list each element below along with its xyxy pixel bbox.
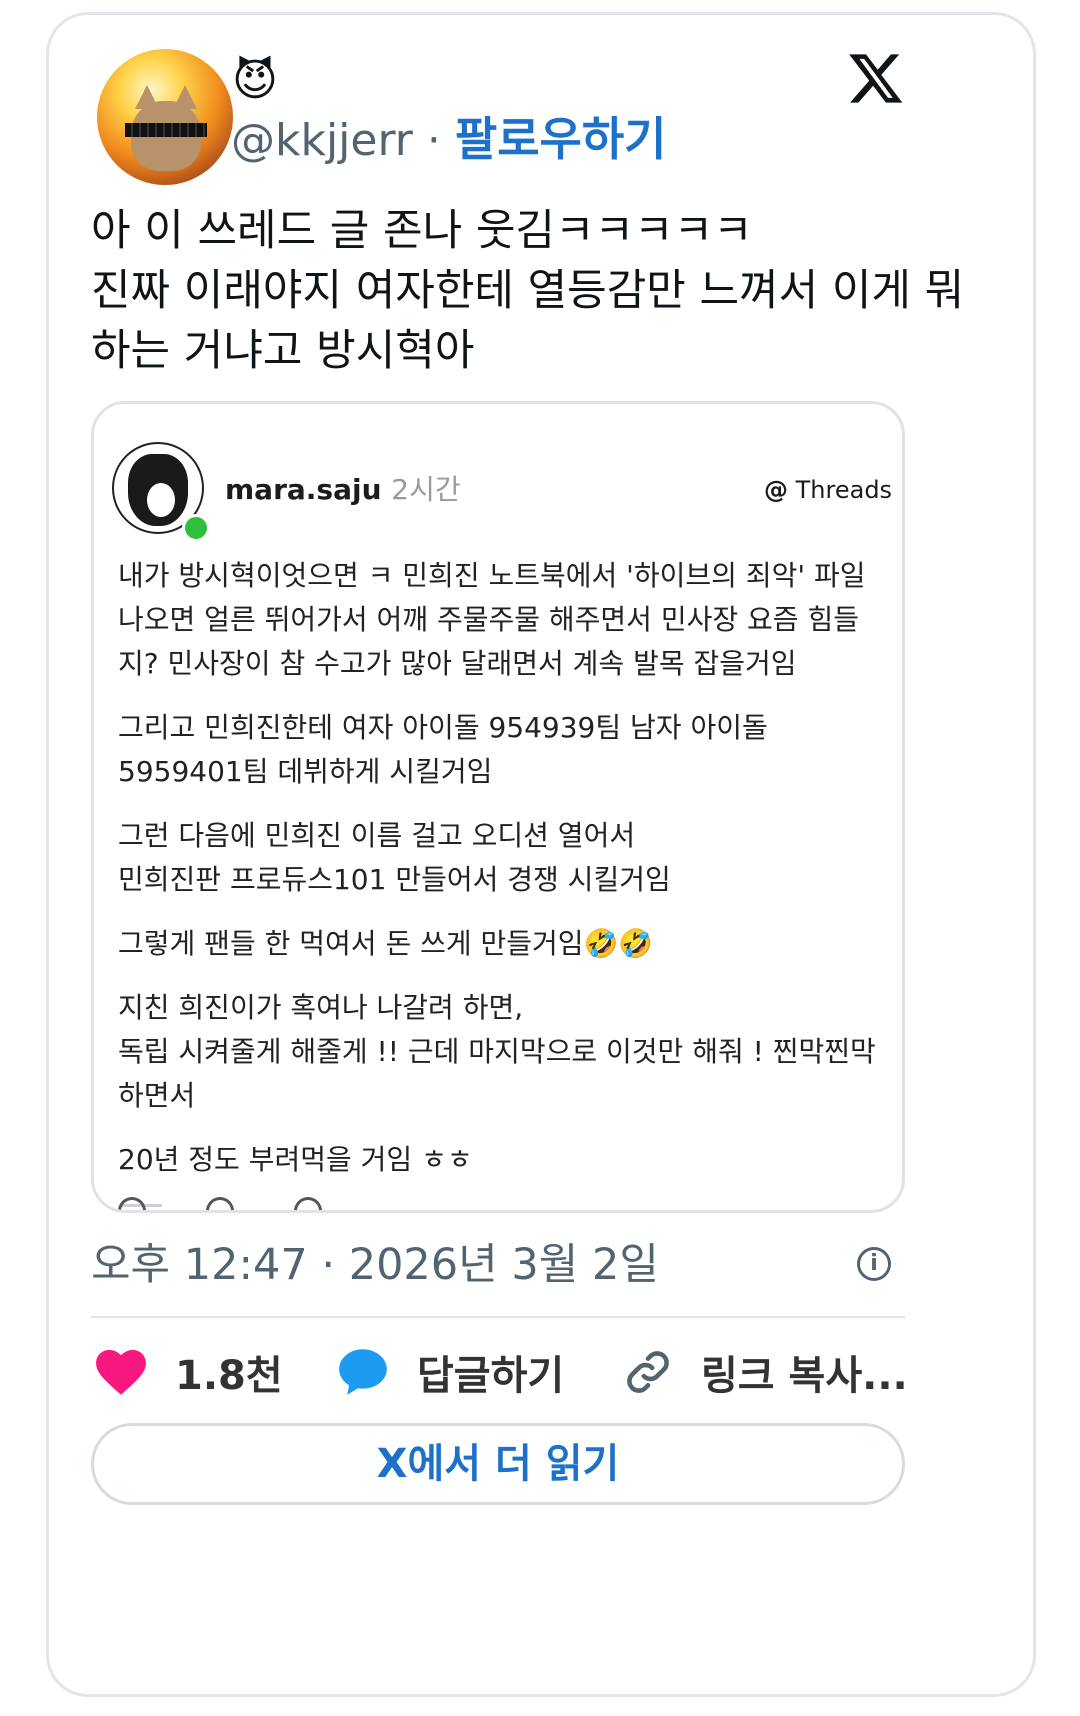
threads-time: 2시간	[391, 473, 461, 506]
copy-link-label: 링크 복사...	[701, 1353, 908, 1399]
threads-paragraph: 내가 방시혁이엇으면 ㅋ 민희진 노트북에서 '하이브의 죄악' 파일 나오면 …	[118, 559, 866, 680]
like-button[interactable]: 1.8천	[95, 1337, 283, 1407]
threads-paragraph: 그런 다음에 민희진 이름 걸고 오디션 열어서 민희진판 프로듀스101 만들…	[118, 819, 671, 896]
author-avatar[interactable]	[97, 49, 233, 185]
threads-brand: @ Threads	[764, 474, 892, 506]
threads-paragraph: 그렇게 팬들 한 먹여서 돈 쓰게 만들거임🤣🤣	[118, 927, 654, 960]
like-count: 1.8천	[175, 1353, 283, 1399]
tweet-card: 😈 @kkjjerr · 팔로우하기 아 이 쓰레드 글 존나 웃김ㅋㅋㅋㅋㅋ …	[46, 12, 1036, 1697]
x-logo-icon[interactable]	[847, 49, 905, 107]
author-line: @kkjjerr · 팔로우하기	[231, 111, 667, 169]
threads-like-icon	[118, 1197, 146, 1210]
reply-label: 답글하기	[417, 1353, 565, 1399]
info-icon[interactable]: i	[857, 1247, 891, 1281]
devil-emoji: 😈	[232, 55, 278, 106]
follow-button[interactable]: 팔로우하기	[455, 112, 667, 166]
threads-username-text: mara.saju	[225, 473, 382, 506]
author-handle[interactable]: @kkjjerr	[231, 115, 413, 166]
tweet-text: 아 이 쓰레드 글 존나 웃김ㅋㅋㅋㅋㅋ 진짜 이래야지 여자한테 열등감만 느…	[91, 206, 965, 376]
threads-username: mara.saju 2시간	[225, 472, 461, 508]
threads-repost-icon	[294, 1197, 322, 1210]
threads-logo-icon: @	[764, 476, 788, 504]
threads-paragraph: 지친 희진이가 혹여나 나갈려 하면, 독립 시켜줄게 해줄게 !! 근데 마지…	[118, 991, 876, 1112]
threads-paragraph: 그리고 민희진한테 여자 아이돌 954939팀 남자 아이돌 5959401팀…	[118, 711, 768, 788]
separator-dot: ·	[426, 115, 441, 166]
read-more-button[interactable]: X에서 더 읽기	[91, 1423, 905, 1505]
link-icon	[627, 1351, 669, 1393]
reply-button[interactable]: 답글하기	[337, 1337, 564, 1407]
threads-post-body: 내가 방시혁이엇으면 ㅋ 민희진 노트북에서 '하이브의 죄악' 파일 나오면 …	[118, 554, 888, 1202]
threads-brand-label: Threads	[795, 476, 893, 504]
cat-face	[125, 85, 207, 171]
threads-embed[interactable]: mara.saju 2시간 @ Threads 내가 방시혁이엇으면 ㅋ 민희진…	[91, 401, 905, 1213]
threads-comment-icon	[206, 1197, 234, 1210]
copy-link-button[interactable]: 링크 복사...	[623, 1337, 908, 1407]
online-indicator-icon	[182, 514, 210, 542]
tweet-timestamp[interactable]: 오후 12:47 · 2026년 3월 2일	[91, 1237, 659, 1293]
reply-bubble-icon	[339, 1349, 387, 1395]
sunglasses-icon	[125, 123, 207, 137]
heart-icon	[96, 1349, 146, 1395]
divider	[91, 1316, 905, 1318]
action-bar: 1.8천 답글하기 링크 복사...	[91, 1337, 911, 1407]
threads-action-icons	[118, 1196, 538, 1210]
threads-paragraph: 20년 정도 부려먹을 거임 ㅎㅎ	[118, 1143, 473, 1176]
